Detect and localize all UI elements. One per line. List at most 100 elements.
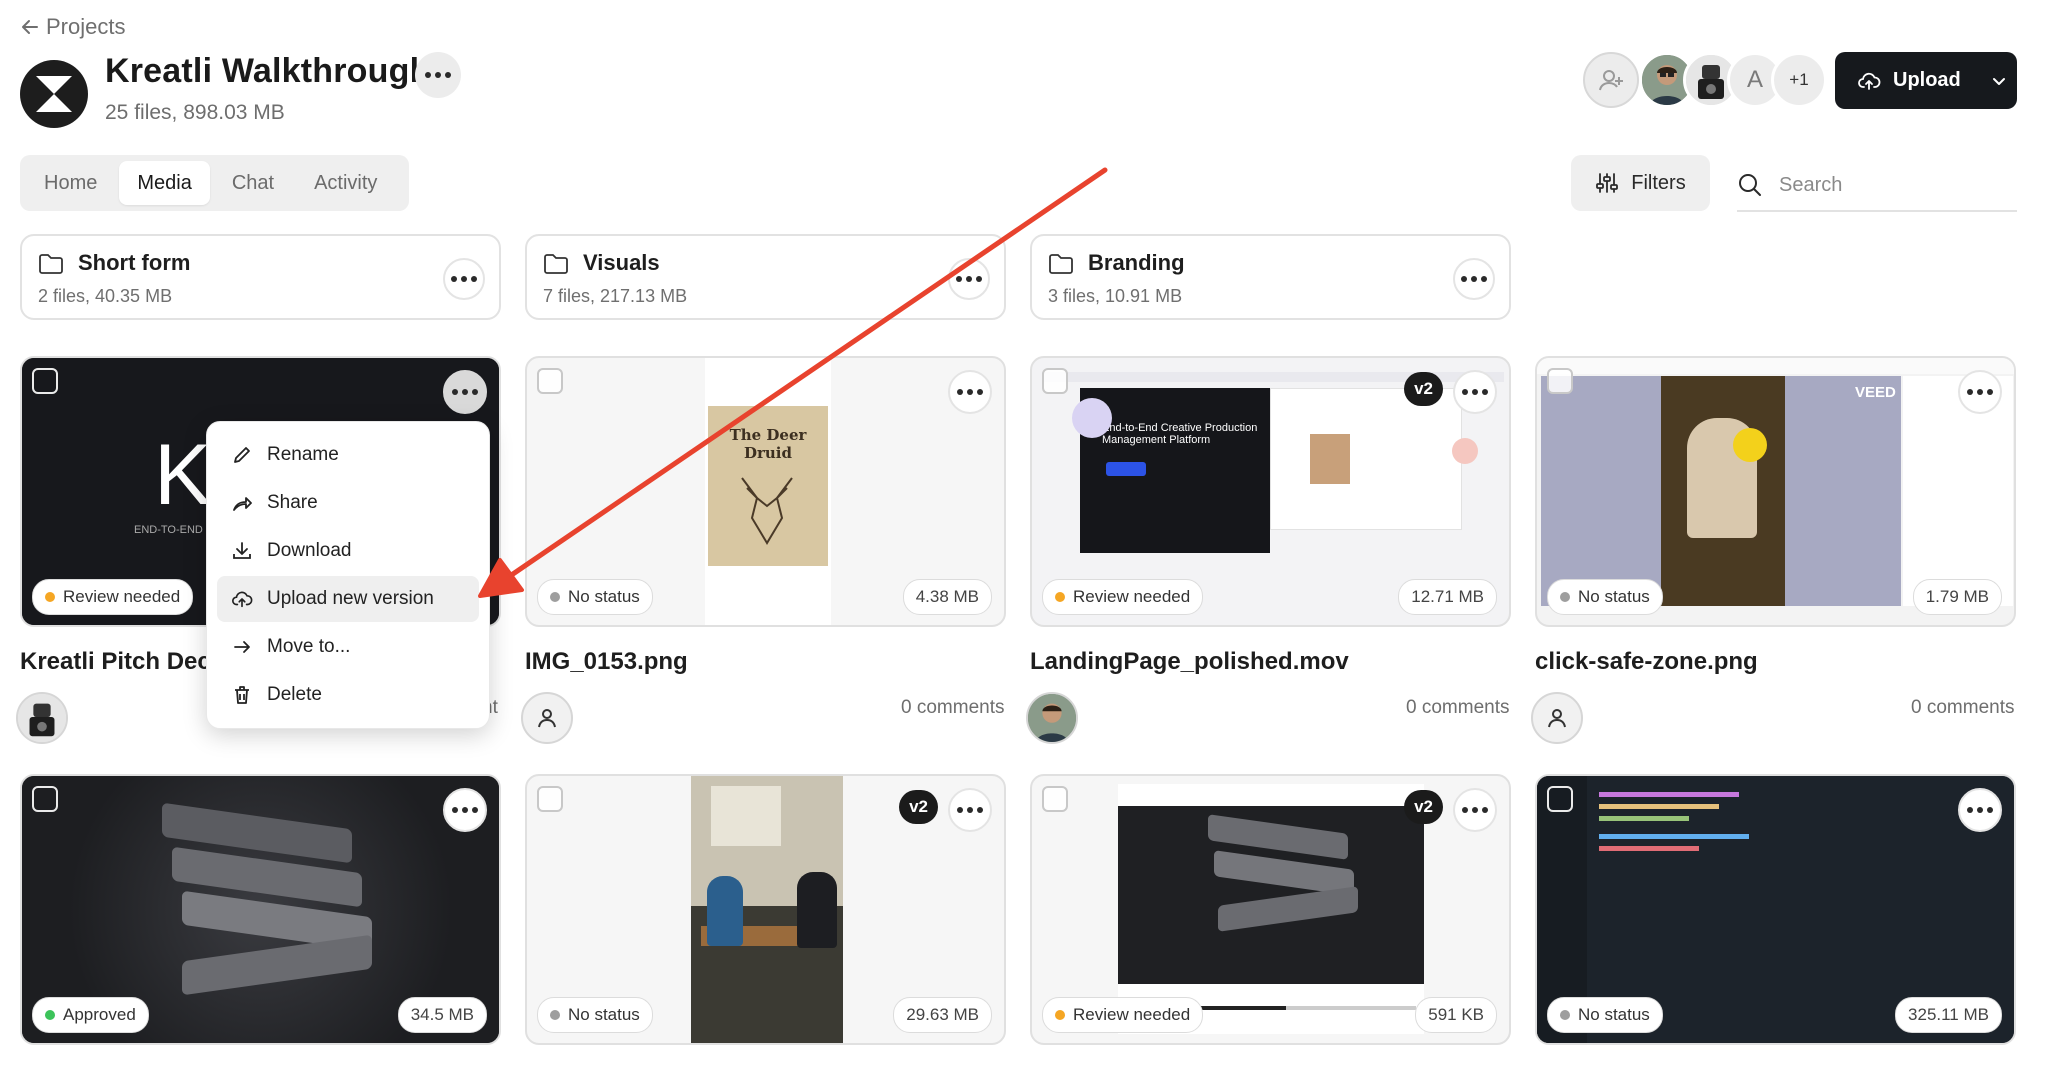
status-badge[interactable]: Review needed: [1042, 579, 1204, 615]
tab-media[interactable]: Media: [119, 161, 210, 205]
select-checkbox[interactable]: [537, 786, 563, 812]
menu-item-download[interactable]: Download: [217, 528, 479, 574]
version-badge[interactable]: v2: [1404, 790, 1443, 824]
status-badge[interactable]: No status: [537, 997, 653, 1033]
more-dots-icon: [956, 276, 982, 282]
menu-item-share[interactable]: Share: [217, 480, 479, 526]
tab-activity[interactable]: Activity: [296, 161, 395, 205]
folder-more-button[interactable]: [1453, 258, 1495, 300]
add-member-button[interactable]: [1583, 52, 1639, 108]
project-summary: 25 files, 898.03 MB: [105, 101, 285, 124]
select-checkbox[interactable]: [32, 786, 58, 812]
project-more-button[interactable]: [415, 52, 461, 98]
select-checkbox[interactable]: [1547, 786, 1573, 812]
more-dots-icon: [957, 389, 983, 395]
thumbnail-text: End-to-End Creative Production Managemen…: [1102, 422, 1258, 446]
menu-item-label: Rename: [267, 444, 339, 465]
upload-button[interactable]: Upload: [1835, 52, 2017, 109]
status-label: Approved: [63, 1005, 136, 1024]
search-icon: [1739, 174, 1761, 196]
file-size-badge: 12.71 MB: [1398, 579, 1497, 615]
status-label: No status: [568, 587, 640, 606]
project-members: A +1: [1583, 52, 1827, 108]
filters-button[interactable]: Filters: [1571, 155, 1710, 211]
file-more-button[interactable]: [948, 788, 992, 832]
select-checkbox[interactable]: [1547, 368, 1573, 394]
more-dots-icon: [1967, 389, 1993, 395]
file-name[interactable]: IMG_0153.png: [525, 648, 688, 676]
status-label: Review needed: [1073, 1005, 1191, 1024]
folder-card[interactable]: Branding 3 files, 10.91 MB: [1030, 234, 1511, 320]
file-more-button[interactable]: [1958, 788, 2002, 832]
more-dots-icon: [1461, 276, 1487, 282]
more-dots-icon: [451, 276, 477, 282]
add-user-icon: [1599, 70, 1623, 91]
status-label: Review needed: [63, 587, 181, 606]
status-badge[interactable]: No status: [1547, 997, 1663, 1033]
back-to-projects-link[interactable]: Projects: [20, 14, 125, 40]
user-icon: [1548, 709, 1566, 728]
folder-more-button[interactable]: [948, 258, 990, 300]
status-label: No status: [1578, 1005, 1650, 1024]
file-size-badge: 325.11 MB: [1895, 997, 2002, 1033]
kreatli-logo-icon: [36, 76, 72, 112]
arrow-left-icon: [22, 20, 38, 34]
file-more-button[interactable]: [1958, 370, 2002, 414]
status-dot: [1055, 1010, 1065, 1020]
status-badge[interactable]: No status: [537, 579, 653, 615]
file-name[interactable]: click-safe-zone.png: [1535, 648, 1758, 676]
select-checkbox[interactable]: [537, 368, 563, 394]
status-badge[interactable]: Review needed: [1042, 997, 1204, 1033]
status-badge[interactable]: No status: [1547, 579, 1663, 615]
deer-illustration-icon: [741, 477, 793, 545]
version-badge[interactable]: v2: [1404, 372, 1443, 406]
folder-icon: [39, 254, 63, 274]
search-box: [1737, 160, 2017, 212]
file-more-button[interactable]: [948, 370, 992, 414]
menu-item-move-to[interactable]: Move to...: [217, 624, 479, 670]
comments-count: 0 comments: [901, 697, 1005, 718]
file-card[interactable]: The Deer Druid No status 4.38 MB: [525, 356, 1006, 627]
search-input[interactable]: [1777, 172, 1981, 198]
file-more-button[interactable]: [1453, 788, 1497, 832]
select-checkbox[interactable]: [1042, 368, 1068, 394]
file-more-button[interactable]: [443, 788, 487, 832]
menu-item-delete[interactable]: Delete: [217, 672, 479, 718]
project-tabs: Home Media Chat Activity: [20, 155, 409, 211]
file-card[interactable]: v2 No status 29.63 MB: [525, 774, 1006, 1045]
tab-chat[interactable]: Chat: [214, 161, 292, 205]
select-checkbox[interactable]: [1042, 786, 1068, 812]
status-badge[interactable]: Review needed: [32, 579, 194, 615]
folder-card[interactable]: Visuals 7 files, 217.13 MB: [525, 234, 1006, 320]
menu-item-upload-new-version[interactable]: Upload new version: [217, 576, 479, 622]
pencil-icon: [234, 447, 250, 463]
folder-meta: 3 files, 10.91 MB: [1048, 286, 1183, 306]
folder-name: Visuals: [583, 250, 660, 275]
folder-name: Branding: [1088, 250, 1185, 275]
file-name[interactable]: Kreatli Pitch Dec: [20, 648, 211, 676]
select-checkbox[interactable]: [32, 368, 58, 394]
tab-home[interactable]: Home: [26, 161, 115, 205]
folder-card[interactable]: Short form 2 files, 40.35 MB: [20, 234, 501, 320]
menu-item-rename[interactable]: Rename: [217, 432, 479, 478]
more-dots-icon: [425, 72, 451, 78]
status-dot: [45, 1010, 55, 1020]
file-card[interactable]: No status 325.11 MB: [1535, 774, 2016, 1045]
version-badge[interactable]: v2: [899, 790, 938, 824]
file-card[interactable]: Approved 34.5 MB: [20, 774, 501, 1045]
file-card[interactable]: VEED No status 1.79 MB: [1535, 356, 2016, 627]
file-card[interactable]: v2 Review needed 591 KB: [1030, 774, 1511, 1045]
status-dot: [1055, 592, 1065, 602]
file-thumbnail: [691, 776, 843, 1043]
folder-meta: 7 files, 217.13 MB: [543, 286, 688, 306]
file-name[interactable]: LandingPage_polished.mov: [1030, 648, 1349, 676]
trash-icon: [235, 686, 249, 704]
folder-more-button[interactable]: [443, 258, 485, 300]
more-members-count[interactable]: +1: [1771, 52, 1827, 108]
chevron-down-icon[interactable]: [1991, 73, 2007, 89]
file-more-button[interactable]: [443, 370, 487, 414]
file-card[interactable]: End-to-End Creative Production Managemen…: [1030, 356, 1511, 627]
uploader-avatar: [1026, 692, 1078, 744]
file-more-button[interactable]: [1453, 370, 1497, 414]
status-badge[interactable]: Approved: [32, 997, 149, 1033]
